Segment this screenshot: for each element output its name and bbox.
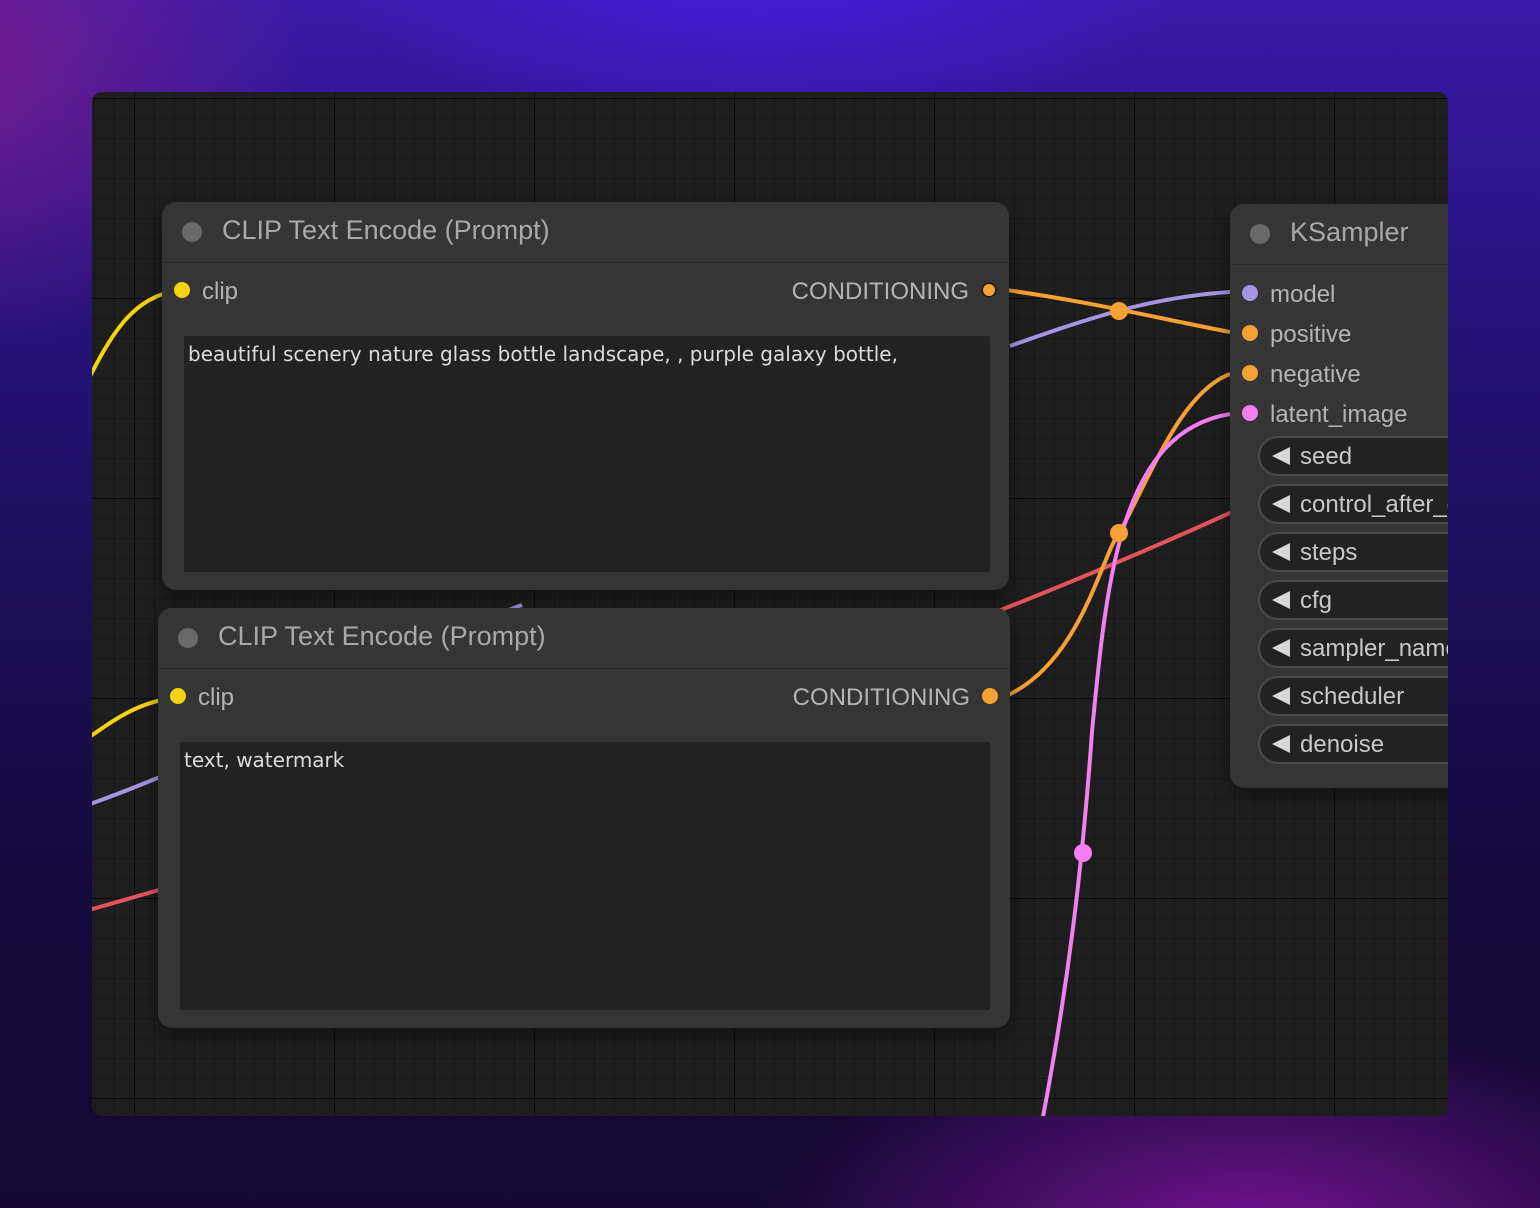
clip-text-encode-positive-node[interactable]: CLIP Text Encode (Prompt) clip CONDITION… (162, 202, 1009, 590)
model-input-label: model (1270, 281, 1336, 308)
node-title: CLIP Text Encode (Prompt) (218, 621, 546, 651)
conditioning-output-label: CONDITIONING (791, 278, 969, 305)
latent-link (1041, 412, 1231, 1116)
link-center-negative (1110, 524, 1128, 542)
cfg-widget[interactable]: cfg (1258, 580, 1448, 620)
decrement-arrow-icon[interactable] (1272, 543, 1290, 561)
widget-label: scheduler (1300, 683, 1405, 710)
clip-input-dot[interactable] (174, 282, 190, 298)
negative-input-label: negative (1270, 361, 1361, 388)
node-collapse-dot[interactable] (1250, 224, 1270, 244)
node-collapse-dot[interactable] (182, 222, 202, 242)
conditioning-output-dot[interactable] (981, 282, 997, 298)
decrement-arrow-icon[interactable] (1272, 591, 1290, 609)
conditioning-output-dot[interactable] (982, 688, 998, 704)
node-header[interactable]: CLIP Text Encode (Prompt) (162, 202, 1009, 263)
node-collapse-dot[interactable] (178, 628, 198, 648)
node-header[interactable]: CLIP Text Encode (Prompt) (158, 608, 1010, 669)
sampler-name-widget[interactable]: sampler_name (1258, 628, 1448, 668)
steps-widget[interactable]: steps (1258, 532, 1448, 572)
decrement-arrow-icon[interactable] (1272, 447, 1290, 465)
node-header[interactable]: KSampler (1230, 204, 1448, 265)
latent-image-input-label: latent_image (1270, 401, 1408, 428)
prompt-text-area[interactable]: text, watermark (180, 742, 990, 1010)
clip-text-encode-negative-node[interactable]: CLIP Text Encode (Prompt) clip CONDITION… (158, 608, 1010, 1028)
model-input-dot[interactable] (1242, 285, 1258, 301)
widget-label: sampler_name (1300, 635, 1448, 662)
widget-label: steps (1300, 539, 1358, 566)
decrement-arrow-icon[interactable] (1272, 735, 1290, 753)
control-after-generate-widget[interactable]: control_after_generate (1258, 484, 1448, 524)
denoise-widget[interactable]: denoise (1258, 724, 1448, 764)
widget-label: control_after_generate (1300, 491, 1448, 518)
node-title: KSampler (1290, 217, 1409, 247)
positive-input-label: positive (1270, 321, 1352, 348)
node-title: CLIP Text Encode (Prompt) (222, 215, 550, 245)
widget-label: denoise (1300, 731, 1385, 758)
ksampler-node[interactable]: KSampler model positive negative latent_… (1230, 204, 1448, 788)
widget-label: cfg (1300, 587, 1333, 614)
decrement-arrow-icon[interactable] (1272, 687, 1290, 705)
link-center-positive (1110, 302, 1128, 320)
scheduler-widget[interactable]: scheduler (1258, 676, 1448, 716)
negative-input-dot[interactable] (1242, 365, 1258, 381)
decrement-arrow-icon[interactable] (1272, 495, 1290, 513)
node-graph-canvas[interactable]: CLIP Text Encode (Prompt) clip CONDITION… (92, 92, 1448, 1116)
link-center-latent (1074, 844, 1092, 862)
latent-image-input-dot[interactable] (1242, 405, 1258, 421)
clip-input-label: clip (198, 684, 235, 711)
decrement-arrow-icon[interactable] (1272, 639, 1290, 657)
clip-input-dot[interactable] (170, 688, 186, 704)
widget-label: seed (1300, 443, 1353, 470)
clip-input-label: clip (202, 278, 239, 305)
prompt-text-area[interactable]: beautiful scenery nature glass bottle la… (184, 336, 990, 572)
seed-widget[interactable]: seed (1258, 436, 1448, 476)
conditioning-output-label: CONDITIONING (792, 684, 970, 711)
positive-input-dot[interactable] (1242, 325, 1258, 341)
